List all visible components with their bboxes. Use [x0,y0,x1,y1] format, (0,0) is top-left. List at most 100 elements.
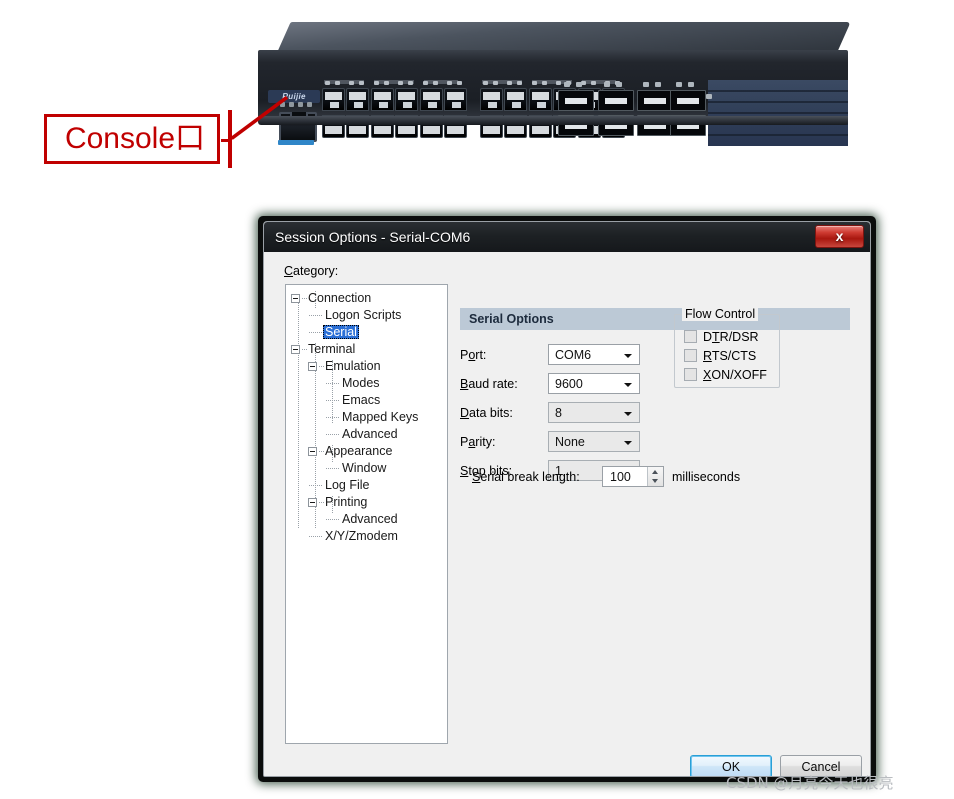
serial-break-units: milliseconds [672,470,741,484]
stepper-up-icon[interactable] [652,470,658,474]
serial-break-value[interactable]: 100 [610,467,631,488]
chevron-down-icon[interactable] [624,354,632,358]
session-options-dialog: Session Options - Serial-COM6 x Category… [263,221,871,777]
checkbox-dtr-dsr[interactable] [684,330,697,343]
checkbox-label-xon-xoff: XON/XOFF [703,368,767,382]
close-icon[interactable]: x [815,225,864,248]
screenshot-root: Ruijie Console口 Session Options - Serial… [0,0,954,799]
baud_rate-value: 9600 [555,377,583,391]
data_bits-dropdown[interactable]: 8 [548,402,640,423]
data_bits-label: Data bits: [460,406,513,420]
tree-connector [309,485,323,486]
tree-item-terminal[interactable]: Terminal [306,341,357,358]
close-icon-glyph: x [835,228,844,244]
console-callout-label: Console口 [64,122,206,155]
section-header: Serial Options [460,308,850,330]
chevron-down-icon[interactable] [624,412,632,416]
checkbox-rts-cts[interactable] [684,349,697,362]
tree-connector [302,349,307,350]
tree-item-printing[interactable]: Printing [323,494,369,511]
tree-item-advanced[interactable]: Advanced [340,511,400,528]
tree-connector [326,468,340,469]
tree-item-window[interactable]: Window [340,460,388,477]
parity-dropdown[interactable]: None [548,431,640,452]
tree-connector [319,502,324,503]
tree-item-label: Logon Scripts [325,308,402,322]
tree-item-label: Connection [308,291,372,305]
dialog-titlebar[interactable]: Session Options - Serial-COM6 x [264,222,870,252]
data_bits-value: 8 [555,406,562,420]
tree-item-emulation[interactable]: Emulation [323,358,383,375]
watermark: CSDN @月亮今天也很亮 [726,774,894,792]
flow-control-group: Flow Control DTR/DSR RTS/CTS XON/XOFF [674,307,780,388]
serial-break-stepper[interactable]: 100 [602,466,664,487]
sfp-slot-bank [558,82,712,138]
tree-item-x-y-zmodem[interactable]: X/Y/Zmodem [323,528,400,545]
tree-collapse-icon[interactable] [291,345,300,354]
tree-item-serial[interactable]: Serial [323,324,359,341]
flow-control-title: Flow Control [682,307,759,321]
tree-item-label: Advanced [342,427,398,441]
tree-item-label: Terminal [308,342,356,356]
tree-item-label: Log File [325,478,370,492]
tree-connector [326,519,340,520]
switch-vent-panel [708,80,848,146]
category-label: Category: [284,264,339,278]
tree-item-logon-scripts[interactable]: Logon Scripts [323,307,403,324]
tree-collapse-icon[interactable] [308,362,317,371]
checkbox-row-dtr-dsr[interactable]: DTR/DSR [684,329,774,345]
dialog-title: Session Options - Serial-COM6 [275,229,471,245]
tree-item-label: Emacs [342,393,381,407]
field-row-parity: Parity: None [460,431,650,453]
tree-connector [309,315,323,316]
tree-item-connection[interactable]: Connection [306,290,373,307]
dialog-body: Category: Connection Logon Scripts Serial T… [264,252,870,776]
parity-value: None [555,435,585,449]
tree-collapse-icon[interactable] [308,498,317,507]
callout-leader-line [230,95,289,140]
tree-connector [302,298,307,299]
tree-item-log-file[interactable]: Log File [323,477,371,494]
rj45-port-bank-left [322,80,468,140]
tree-item-modes[interactable]: Modes [340,375,382,392]
chevron-down-icon[interactable] [624,383,632,387]
tree-item-emacs[interactable]: Emacs [340,392,382,409]
tree-connector [326,400,340,401]
checkbox-label-rts-cts: RTS/CTS [703,349,757,363]
baud_rate-label: Baud rate: [460,377,518,391]
tree-item-label: Mapped Keys [342,410,419,424]
field-row-data_bits: Data bits: 8 [460,402,650,424]
switch-bottom-edge [258,116,848,125]
checkbox-label-dtr-dsr: DTR/DSR [703,330,759,344]
tree-collapse-icon[interactable] [308,447,317,456]
serial-break-row: Serial break length: 100 milliseconds [472,466,740,488]
serial-break-label: Serial break length: [472,470,580,484]
section-title: Serial Options [469,312,554,326]
port-label: Port: [460,348,487,362]
checkbox-row-xon-xoff[interactable]: XON/XOFF [684,367,774,383]
stepper-down-icon[interactable] [652,479,658,483]
tree-connector [326,417,340,418]
tree-item-mapped-keys[interactable]: Mapped Keys [340,409,420,426]
port-dropdown[interactable]: COM6 [548,344,640,365]
checkbox-xon-xoff[interactable] [684,368,697,381]
chevron-down-icon[interactable] [624,441,632,445]
baud_rate-dropdown[interactable]: 9600 [548,373,640,394]
tree-connector [326,434,340,435]
tree-item-appearance[interactable]: Appearance [323,443,394,460]
tree-connector [309,332,323,333]
switch-front-panel: Ruijie [258,50,848,146]
network-switch-photo: Ruijie [258,22,851,146]
tree-connector [309,536,323,537]
console-callout-box: Console口 [44,114,220,164]
field-row-port: Port: COM6 [460,344,650,366]
stepper-buttons[interactable] [647,467,663,486]
checkbox-row-rts-cts[interactable]: RTS/CTS [684,348,774,364]
category-tree[interactable]: Connection Logon Scripts Serial Terminal Emu… [285,284,448,744]
field-row-baud_rate: Baud rate: 9600 [460,373,650,395]
tree-connector [319,366,324,367]
tree-item-label: Printing [325,495,368,509]
tree-collapse-icon[interactable] [291,294,300,303]
tree-item-advanced[interactable]: Advanced [340,426,400,443]
tree-item-label: Appearance [325,444,393,458]
